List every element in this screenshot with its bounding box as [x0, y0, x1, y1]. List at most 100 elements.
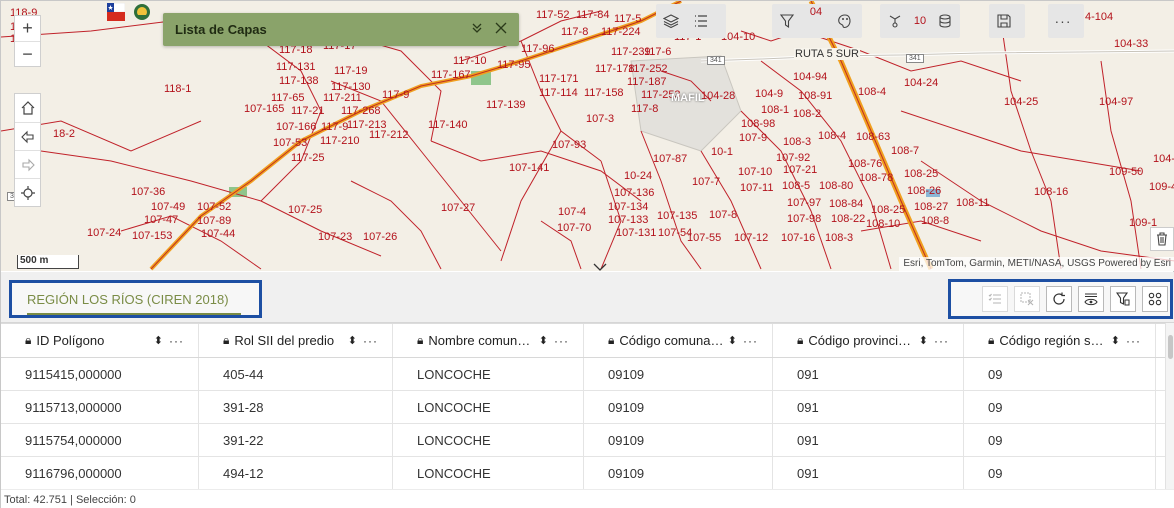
table-cell[interactable]: 9115713,000000 [1, 391, 199, 423]
parcel-label: 107-55 [687, 232, 722, 244]
sort-icon[interactable]: ⬍ [919, 334, 928, 347]
parcel-label: 108-10 [866, 218, 901, 230]
network-button[interactable] [880, 6, 910, 36]
sort-icon[interactable]: ⬍ [539, 334, 548, 347]
save-button[interactable] [989, 6, 1019, 36]
parcel-label: 107-25 [288, 204, 323, 216]
column-header-codigo-region[interactable]: 🔒︎ Código región s… ⬍ ··· [964, 324, 1156, 357]
column-header-nombre-comuna[interactable]: 🔒︎ Nombre comun… ⬍ ··· [393, 324, 584, 357]
parcel-label: 108-25 [871, 204, 906, 216]
column-header-rol-sii[interactable]: 🔒︎ Rol SII del predio ⬍ ··· [199, 324, 393, 357]
column-menu-icon[interactable]: ··· [934, 334, 949, 348]
select-all-button[interactable] [982, 286, 1008, 312]
table-cell[interactable]: 391-28 [199, 391, 393, 423]
sort-icon[interactable]: ⬍ [348, 334, 357, 347]
table-cell[interactable]: 09109 [584, 457, 773, 489]
column-menu-icon[interactable]: ··· [554, 334, 569, 348]
parcel-label: 117-84 [576, 9, 610, 21]
parcel-label: 107-134 [608, 201, 649, 213]
sort-icon[interactable]: ⬍ [728, 334, 737, 347]
locate-icon [20, 185, 35, 200]
route-shield: 341 [707, 56, 725, 65]
column-menu-icon[interactable]: ··· [363, 334, 378, 348]
tab-region-los-rios[interactable]: REGIÓN LOS RÍOS (CIREN 2018) [9, 280, 262, 318]
home-button[interactable] [15, 94, 40, 122]
table-cell[interactable]: 494-12 [199, 457, 393, 489]
table-cell[interactable]: 091 [773, 391, 964, 423]
collapse-double-chevron-icon[interactable] [471, 21, 483, 38]
table-row[interactable]: 9116796,000000 494-12 LONCOCHE 09109 091… [1, 457, 1174, 489]
network-icon [889, 15, 901, 28]
toolbar-group-layers [656, 4, 726, 38]
show-hide-columns-button[interactable] [1078, 286, 1104, 312]
options-grid-button[interactable] [1142, 286, 1168, 312]
column-menu-icon[interactable]: ··· [169, 334, 184, 348]
delete-button[interactable] [1150, 227, 1174, 251]
close-icon[interactable] [495, 21, 507, 38]
table-cell[interactable]: 391-22 [199, 424, 393, 456]
table-cell[interactable]: 09109 [584, 424, 773, 456]
sort-icon[interactable]: ⬍ [154, 334, 163, 347]
column-header-id-poligono[interactable]: 🔒︎ ID Polígono ⬍ ··· [1, 324, 199, 357]
filter-by-extent-button[interactable] [1110, 286, 1136, 312]
table-row[interactable]: 9115713,000000 391-28 LONCOCHE 09109 091… [1, 391, 1174, 424]
database-button[interactable] [930, 6, 960, 36]
column-header-codigo-comuna[interactable]: 🔒︎ Código comuna… ⬍ ··· [584, 324, 773, 357]
filter-count-badge: 04 [809, 6, 823, 18]
sort-icon[interactable]: ⬍ [1111, 334, 1120, 347]
table-cell[interactable]: LONCOCHE [393, 391, 584, 423]
parcel-label: 117-187 [627, 76, 667, 88]
table-cell[interactable]: 09 [964, 457, 1156, 489]
column-menu-icon[interactable]: ··· [1126, 334, 1141, 348]
table-cell[interactable]: 405-44 [199, 358, 393, 390]
parcel-label: 117-139 [486, 99, 526, 111]
locate-button[interactable] [15, 178, 40, 206]
table-cell[interactable]: 09 [964, 358, 1156, 390]
parcel-label: 107-3 [586, 113, 615, 125]
parcel-label: 108-2 [793, 108, 822, 120]
parcel-label: 108-76 [848, 158, 883, 170]
next-extent-button[interactable] [15, 150, 40, 178]
table-cell[interactable]: 09109 [584, 391, 773, 423]
table-cell[interactable]: LONCOCHE [393, 358, 584, 390]
layers-button[interactable] [656, 6, 686, 36]
style-button[interactable] [830, 6, 860, 36]
table-cell[interactable]: LONCOCHE [393, 424, 584, 456]
clear-selection-button[interactable] [1014, 286, 1040, 312]
table-cell[interactable]: 09 [964, 424, 1156, 456]
table-cell[interactable]: 9116796,000000 [1, 457, 199, 489]
table-scrollbar[interactable] [1165, 323, 1174, 489]
column-menu-icon[interactable]: ··· [743, 334, 758, 348]
table-row[interactable]: 9115754,000000 391-22 LONCOCHE 09109 091… [1, 424, 1174, 457]
parcel-label: 108-11 [956, 197, 990, 209]
table-cell[interactable]: 091 [773, 457, 964, 489]
parcel-label: 107-49 [151, 201, 186, 213]
layer-list-panel[interactable]: Lista de Capas [163, 13, 519, 46]
parcel-label: 117-224 [601, 26, 641, 38]
filter-button[interactable] [772, 6, 802, 36]
table-cell[interactable]: 091 [773, 358, 964, 390]
table-cell[interactable]: 091 [773, 424, 964, 456]
route-shield: 341 [906, 54, 924, 63]
table-cell[interactable]: LONCOCHE [393, 457, 584, 489]
parcel-label: 108-5 [782, 180, 811, 192]
parcel-label: 108-3 [825, 232, 854, 244]
more-options-button[interactable]: ··· [1048, 6, 1078, 36]
table-cell[interactable]: 9115754,000000 [1, 424, 199, 456]
map-view[interactable]: 118-9 11 11 118-1 18-2 107-36 107-49 107… [1, 1, 1174, 271]
legend-button[interactable] [686, 6, 716, 36]
zoom-in-button[interactable]: + [15, 16, 40, 41]
previous-extent-button[interactable] [15, 122, 40, 150]
scrollbar-thumb[interactable] [1168, 335, 1173, 359]
lock-icon: 🔒︎ [25, 333, 32, 347]
zoom-out-button[interactable]: − [15, 41, 40, 66]
table-cell[interactable]: 9115415,000000 [1, 358, 199, 390]
collapse-table-chevron-icon[interactable] [593, 260, 607, 271]
table-cell[interactable]: 09 [964, 391, 1156, 423]
table-row[interactable]: 9115415,000000 405-44 LONCOCHE 09109 091… [1, 358, 1174, 391]
column-header-codigo-provincia[interactable]: 🔒︎ Código provinci… ⬍ ··· [773, 324, 964, 357]
refresh-button[interactable] [1046, 286, 1072, 312]
parcel-label: 117-210 [320, 135, 360, 147]
institution-logo-icon [134, 4, 150, 20]
table-cell[interactable]: 09109 [584, 358, 773, 390]
